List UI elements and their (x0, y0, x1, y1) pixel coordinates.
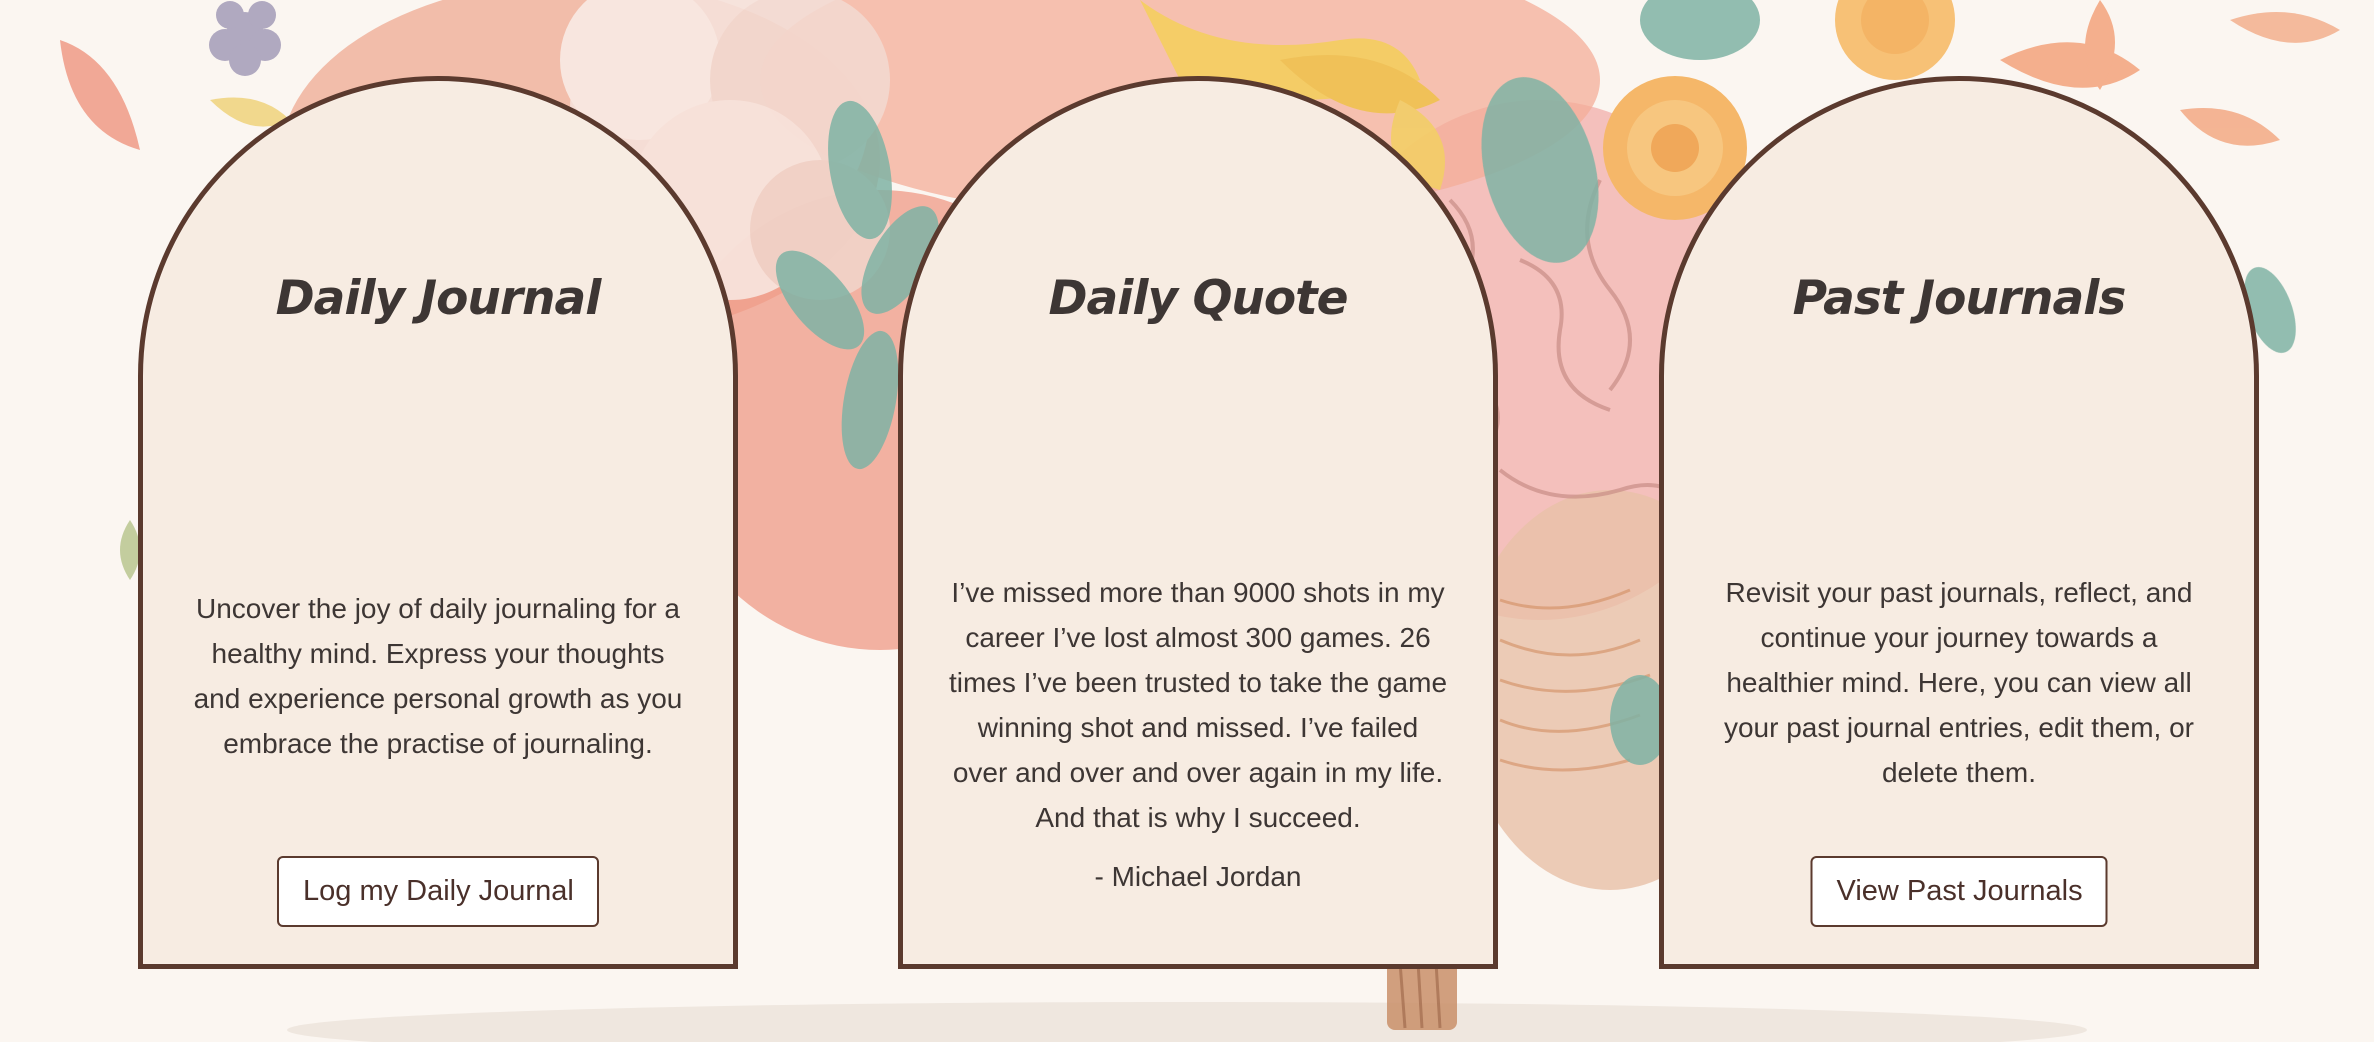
daily-quote-text: I’ve missed more than 9000 shots in my c… (948, 577, 1448, 833)
daily-journal-description: Uncover the joy of daily journaling for … (193, 593, 683, 759)
daily-quote-card: Daily Quote I’ve missed more than 9000 s… (898, 76, 1498, 969)
view-past-journals-button[interactable]: View Past Journals (1810, 856, 2108, 927)
daily-journal-title: Daily Journal (275, 271, 602, 326)
past-journals-card: Past Journals Revisit your past journals… (1659, 76, 2259, 969)
past-journals-title: Past Journals (1792, 271, 2127, 326)
daily-quote-title: Daily Quote (1048, 271, 1349, 326)
log-daily-journal-button[interactable]: Log my Daily Journal (277, 856, 599, 927)
quote-author: - Michael Jordan (1094, 861, 1302, 892)
daily-journal-card: Daily Journal Uncover the joy of daily j… (138, 76, 738, 969)
past-journals-description: Revisit your past journals, reflect, and… (1723, 577, 2194, 788)
